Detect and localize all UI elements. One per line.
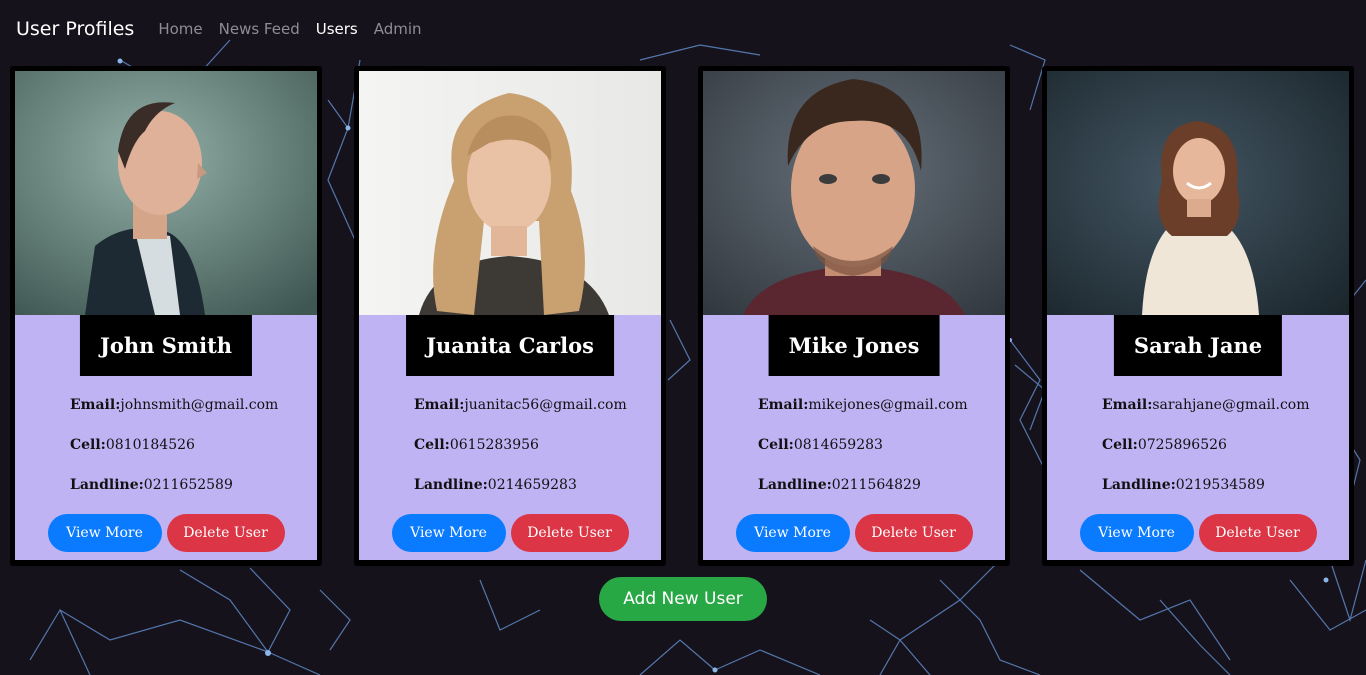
card-actions: View More Delete User	[15, 514, 317, 552]
user-photo	[703, 71, 1005, 315]
cell-label: Cell:	[70, 437, 106, 453]
landline-row: Landline:0211564829	[758, 477, 968, 517]
user-info: Email:mikejones@gmail.com Cell:081465928…	[758, 397, 968, 517]
user-card-body: John Smith Email:johnsmith@gmail.com Cel…	[15, 315, 317, 560]
landline-value: 0211652589	[143, 477, 233, 493]
user-photo	[15, 71, 317, 315]
cell-label: Cell:	[758, 437, 794, 453]
user-name: John Smith	[79, 315, 253, 376]
user-info: Email:sarahjane@gmail.com Cell:072589652…	[1102, 397, 1310, 517]
cell-row: Cell:0725896526	[1102, 437, 1310, 477]
user-name: Sarah Jane	[1113, 315, 1283, 376]
landline-label: Landline:	[758, 477, 832, 493]
email-label: Email:	[758, 397, 809, 413]
email-value: sarahjane@gmail.com	[1152, 397, 1310, 413]
nav-link-users[interactable]: Users	[316, 20, 358, 38]
delete-user-button[interactable]: Delete User	[510, 514, 629, 552]
email-value: mikejones@gmail.com	[808, 397, 968, 413]
page: User Profiles Home News Feed Users Admin	[0, 0, 1366, 675]
delete-user-button[interactable]: Delete User	[854, 514, 973, 552]
user-name: Mike Jones	[768, 315, 940, 376]
view-more-button[interactable]: View More	[47, 514, 162, 552]
user-photo	[359, 71, 661, 315]
user-photo	[1047, 71, 1349, 315]
card-actions: View More Delete User	[359, 514, 661, 552]
brand-title[interactable]: User Profiles	[16, 18, 134, 40]
card-actions: View More Delete User	[703, 514, 1005, 552]
cell-row: Cell:0810184526	[70, 437, 278, 477]
user-name: Juanita Carlos	[406, 315, 614, 376]
user-card-body: Mike Jones Email:mikejones@gmail.com Cel…	[703, 315, 1005, 560]
cell-value: 0810184526	[105, 437, 195, 453]
cell-value: 0814659283	[793, 437, 883, 453]
email-value: juanitac56@gmail.com	[464, 397, 627, 413]
cell-label: Cell:	[1102, 437, 1138, 453]
landline-row: Landline:0214659283	[414, 477, 627, 517]
view-more-button[interactable]: View More	[1079, 514, 1194, 552]
user-info: Email:juanitac56@gmail.com Cell:06152839…	[414, 397, 627, 517]
navbar: User Profiles Home News Feed Users Admin	[0, 0, 1366, 58]
user-card-john-smith: John Smith Email:johnsmith@gmail.com Cel…	[10, 66, 322, 566]
email-row: Email:juanitac56@gmail.com	[414, 397, 627, 437]
email-row: Email:mikejones@gmail.com	[758, 397, 968, 437]
delete-user-button[interactable]: Delete User	[1198, 514, 1317, 552]
cell-value: 0725896526	[1137, 437, 1227, 453]
nav-link-admin[interactable]: Admin	[374, 20, 422, 38]
landline-label: Landline:	[414, 477, 488, 493]
nav-link-news-feed[interactable]: News Feed	[219, 20, 300, 38]
user-card-juanita-carlos: Juanita Carlos Email:juanitac56@gmail.co…	[354, 66, 666, 566]
user-card-mike-jones: Mike Jones Email:mikejones@gmail.com Cel…	[698, 66, 1010, 566]
cell-row: Cell:0814659283	[758, 437, 968, 477]
email-row: Email:johnsmith@gmail.com	[70, 397, 278, 437]
landline-row: Landline:0219534589	[1102, 477, 1310, 517]
user-info: Email:johnsmith@gmail.com Cell:081018452…	[70, 397, 278, 517]
email-label: Email:	[70, 397, 121, 413]
add-new-user-button[interactable]: Add New User	[599, 577, 767, 621]
email-label: Email:	[414, 397, 465, 413]
landline-value: 0214659283	[487, 477, 577, 493]
cell-label: Cell:	[414, 437, 450, 453]
delete-user-button[interactable]: Delete User	[166, 514, 285, 552]
landline-row: Landline:0211652589	[70, 477, 278, 517]
landline-value: 0219534589	[1175, 477, 1265, 493]
nav-link-home[interactable]: Home	[158, 20, 202, 38]
landline-label: Landline:	[70, 477, 144, 493]
card-actions: View More Delete User	[1047, 514, 1349, 552]
user-card-sarah-jane: Sarah Jane Email:sarahjane@gmail.com Cel…	[1042, 66, 1354, 566]
nav-links: Home News Feed Users Admin	[158, 20, 437, 38]
view-more-button[interactable]: View More	[391, 514, 506, 552]
landline-value: 0211564829	[831, 477, 921, 493]
cell-value: 0615283956	[449, 437, 539, 453]
cell-row: Cell:0615283956	[414, 437, 627, 477]
user-card-body: Juanita Carlos Email:juanitac56@gmail.co…	[359, 315, 661, 560]
landline-label: Landline:	[1102, 477, 1176, 493]
email-value: johnsmith@gmail.com	[120, 397, 279, 413]
user-card-body: Sarah Jane Email:sarahjane@gmail.com Cel…	[1047, 315, 1349, 560]
email-row: Email:sarahjane@gmail.com	[1102, 397, 1310, 437]
email-label: Email:	[1102, 397, 1153, 413]
view-more-button[interactable]: View More	[735, 514, 850, 552]
